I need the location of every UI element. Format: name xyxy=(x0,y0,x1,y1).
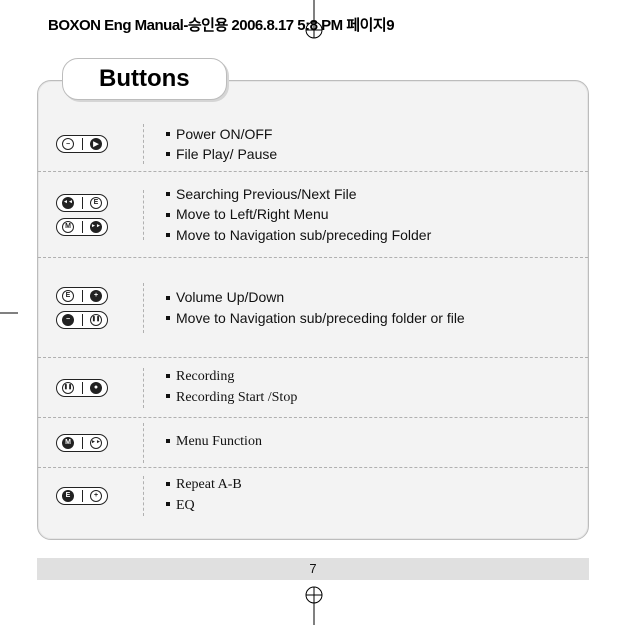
icon-column: ❚❚ ● xyxy=(56,368,144,408)
crop-mark-bottom-icon xyxy=(303,585,325,625)
description-line: Move to Left/Right Menu xyxy=(166,204,570,224)
button-row: −▶ Power ON/OFFFile Play/ Pause xyxy=(38,117,588,171)
description-line: Recording Start /Stop xyxy=(166,388,570,408)
plus-circle-white-icon: + xyxy=(89,489,103,503)
page-number: 7 xyxy=(37,558,589,580)
pause-circle-white-icon: ❚❚ xyxy=(61,381,75,395)
minus-circle-black-icon: − xyxy=(61,313,75,327)
button-pill-icon: ❚❚ ● xyxy=(56,379,108,397)
button-pill-icon: E+ xyxy=(56,487,108,505)
button-row: M ►► Menu Function xyxy=(38,417,588,467)
button-pill-icon: ◄◄ E xyxy=(56,194,108,212)
icon-column: E+ xyxy=(56,476,144,516)
minus-circle-white-icon: − xyxy=(61,137,75,151)
description-column: Repeat A-BEQ xyxy=(144,475,570,516)
icon-column: −▶ xyxy=(56,124,144,164)
document-header: BOXON Eng Manual-승인용 2006.8.17 5:8 PM 페이… xyxy=(48,14,394,35)
e-circle-black-icon: E xyxy=(61,489,75,503)
record-circle-black-icon: ● xyxy=(89,381,103,395)
ff-circle-black-icon: ►► xyxy=(89,220,103,234)
m-circle-black-icon: M xyxy=(61,436,75,450)
description-line: File Play/ Pause xyxy=(166,144,570,164)
rew-circle-black-icon: ◄◄ xyxy=(61,196,75,210)
panel-body: Buttons −▶Power ON/OFFFile Play/ Pause◄◄… xyxy=(37,80,589,540)
description-line: Menu Function xyxy=(166,432,570,452)
button-row: E+Repeat A-BEQ xyxy=(38,467,588,523)
m-circle-white-icon: M xyxy=(61,220,75,234)
crop-mark-top-icon xyxy=(303,0,325,40)
e-circle-white-icon: E xyxy=(61,289,75,303)
description-line: Searching Previous/Next File xyxy=(166,184,570,204)
manual-panel: Buttons −▶Power ON/OFFFile Play/ Pause◄◄… xyxy=(37,80,589,580)
plus-circle-black-icon: + xyxy=(89,289,103,303)
icon-column: E+−❚❚ xyxy=(56,283,144,333)
description-line: Volume Up/Down xyxy=(166,287,570,307)
description-line: Move to Navigation sub/preceding folder … xyxy=(166,308,570,328)
button-row: ◄◄EM►►Searching Previous/Next FileMove t… xyxy=(38,171,588,257)
button-pill-icon: −❚❚ xyxy=(56,311,108,329)
e-circle-white-icon: E xyxy=(89,196,103,210)
description-column: Power ON/OFFFile Play/ Pause xyxy=(144,124,570,165)
pause-circle-white-icon: ❚❚ xyxy=(89,313,103,327)
button-pill-icon: −▶ xyxy=(56,135,108,153)
crop-mark-left-icon xyxy=(0,302,18,324)
description-line: Repeat A-B xyxy=(166,475,570,495)
icon-column: M ►► xyxy=(56,423,144,463)
description-column: RecordingRecording Start /Stop xyxy=(144,367,570,408)
button-row: ❚❚ ● RecordingRecording Start /Stop xyxy=(38,357,588,417)
button-rows: −▶Power ON/OFFFile Play/ Pause◄◄EM►►Sear… xyxy=(38,117,588,539)
play-circle-black-icon: ▶ xyxy=(89,137,103,151)
description-column: Volume Up/DownMove to Navigation sub/pre… xyxy=(144,287,570,328)
panel-tab-title: Buttons xyxy=(62,58,227,100)
button-row: E+−❚❚Volume Up/DownMove to Navigation su… xyxy=(38,257,588,357)
button-pill-icon: E+ xyxy=(56,287,108,305)
button-pill-icon: M ►► xyxy=(56,434,108,452)
description-line: EQ xyxy=(166,496,570,516)
description-line: Move to Navigation sub/preceding Folder xyxy=(166,225,570,245)
button-pill-icon: M ►► xyxy=(56,218,108,236)
description-line: Power ON/OFF xyxy=(166,124,570,144)
ff-circle-white-icon: ►► xyxy=(89,436,103,450)
description-column: Searching Previous/Next FileMove to Left… xyxy=(144,184,570,245)
icon-column: ◄◄ EM ►► xyxy=(56,190,144,240)
description-line: Recording xyxy=(166,367,570,387)
description-column: Menu Function xyxy=(144,432,570,452)
